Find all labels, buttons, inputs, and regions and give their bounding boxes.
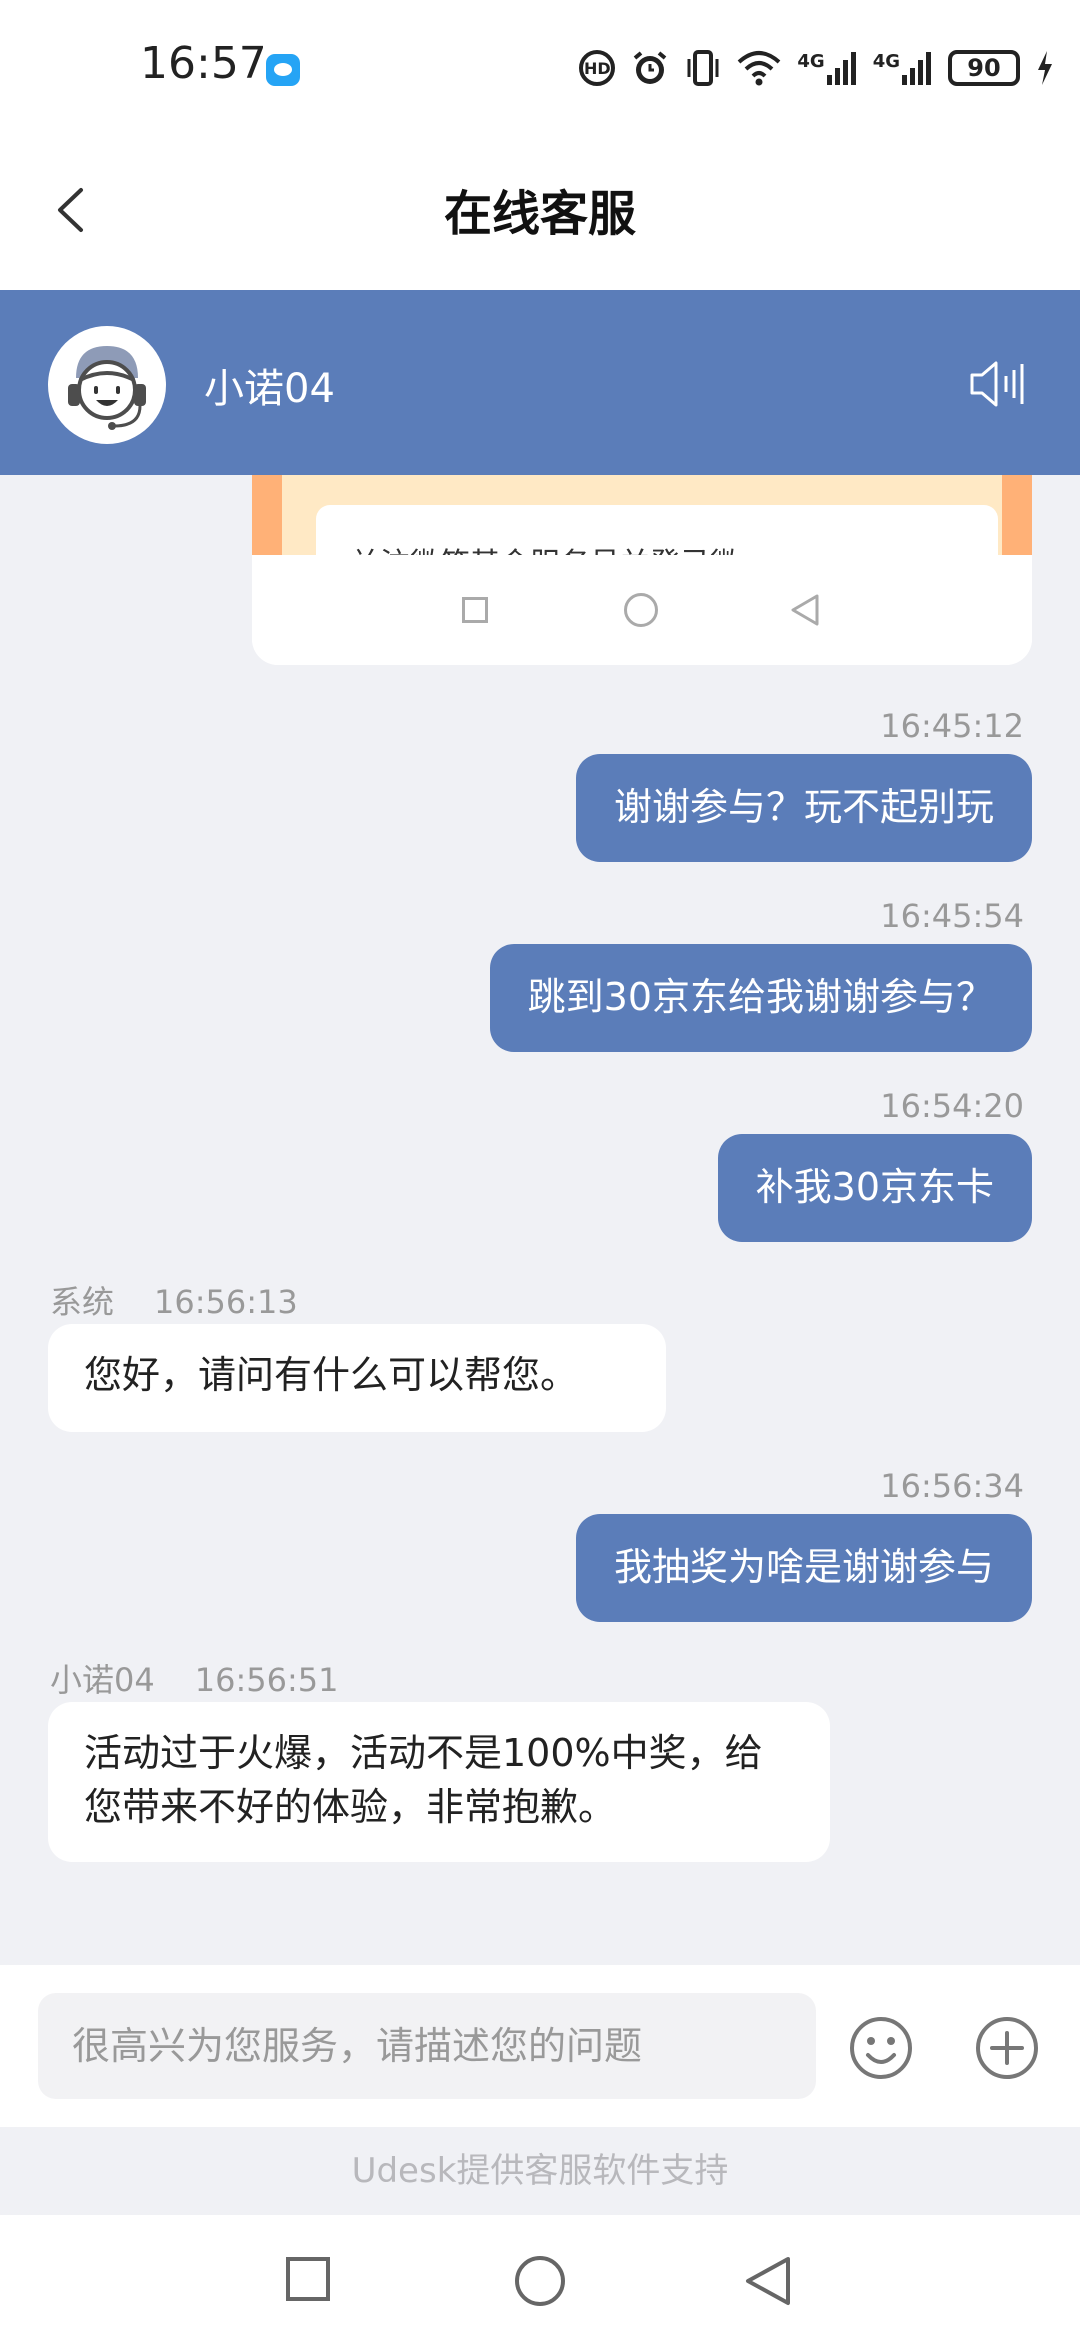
chat-message-list[interactable]: 关注微笑基金服务号并登录微 16:45:12 谢谢参与？玩不起别玩 16:45:… — [0, 475, 1080, 1965]
vibrate-icon — [685, 49, 721, 87]
triangle-back-icon — [791, 594, 819, 626]
shared-image-navbar — [252, 555, 1032, 665]
charging-icon — [1036, 50, 1054, 86]
header-bar: 在线客服 — [0, 130, 1080, 290]
agent-banner: 小诺04 — [0, 290, 1080, 475]
status-time: 16:57 — [140, 38, 267, 89]
wifi-icon — [737, 50, 781, 86]
message-notification-icon — [266, 54, 300, 86]
message-input[interactable] — [38, 1993, 816, 2099]
signal-icon-sim1: 4G — [797, 51, 856, 85]
message-timestamp: 16:45:12 — [880, 707, 1024, 745]
signal-icon-sim2: 4G — [873, 51, 932, 85]
emoji-icon[interactable] — [848, 2015, 914, 2081]
message-meta: 小诺04 16:56:51 — [50, 1655, 338, 1701]
status-bar: 16:57 HD 4G 4G 90 — [0, 0, 1080, 130]
outgoing-message-bubble[interactable]: 补我30京东卡 — [717, 1134, 1032, 1242]
shared-screenshot-image[interactable]: 关注微笑基金服务号并登录微 — [252, 475, 1032, 665]
message-timestamp: 16:56:13 — [154, 1283, 298, 1321]
agent-avatar — [48, 326, 166, 444]
message-timestamp: 16:56:34 — [880, 1467, 1024, 1505]
agent-name: 小诺04 — [204, 366, 335, 412]
status-icons: HD 4G 4G 90 — [579, 44, 1054, 92]
input-bar — [0, 1965, 1080, 2127]
back-icon[interactable] — [744, 2255, 792, 2307]
square-icon — [462, 597, 488, 623]
recent-apps-icon[interactable] — [286, 2257, 330, 2301]
speaker-icon[interactable] — [968, 358, 1028, 410]
message-timestamp: 16:56:51 — [194, 1661, 339, 1699]
outgoing-message-bubble[interactable]: 我抽奖为啥是谢谢参与 — [575, 1514, 1032, 1622]
headset-agent-icon — [50, 328, 164, 442]
incoming-message-bubble[interactable]: 您好，请问有什么可以帮您。 — [48, 1324, 666, 1432]
message-timestamp: 16:54:20 — [880, 1087, 1024, 1125]
system-nav-bar — [0, 2215, 1080, 2340]
message-timestamp: 16:45:54 — [880, 897, 1024, 935]
battery-level: 90 — [948, 50, 1020, 86]
powered-by-note: Udesk提供客服软件支持 — [0, 2127, 1080, 2215]
message-meta: 系统 16:56:13 — [50, 1277, 298, 1323]
outgoing-message-bubble[interactable]: 谢谢参与？玩不起别玩 — [575, 754, 1032, 862]
page-title: 在线客服 — [443, 186, 636, 242]
home-icon[interactable] — [514, 2255, 566, 2307]
message-sender: 系统 — [50, 1283, 115, 1321]
alarm-icon — [631, 49, 669, 87]
message-sender: 小诺04 — [50, 1661, 155, 1699]
incoming-message-bubble[interactable]: 活动过于火爆，活动不是100%中奖，给您带来不好的体验，非常抱歉。 — [48, 1702, 830, 1862]
outgoing-message-bubble[interactable]: 跳到30京东给我谢谢参与？ — [489, 944, 1032, 1052]
add-attachment-icon[interactable] — [974, 2015, 1040, 2081]
circle-icon — [624, 593, 658, 627]
hd-call-icon: HD — [579, 50, 616, 86]
